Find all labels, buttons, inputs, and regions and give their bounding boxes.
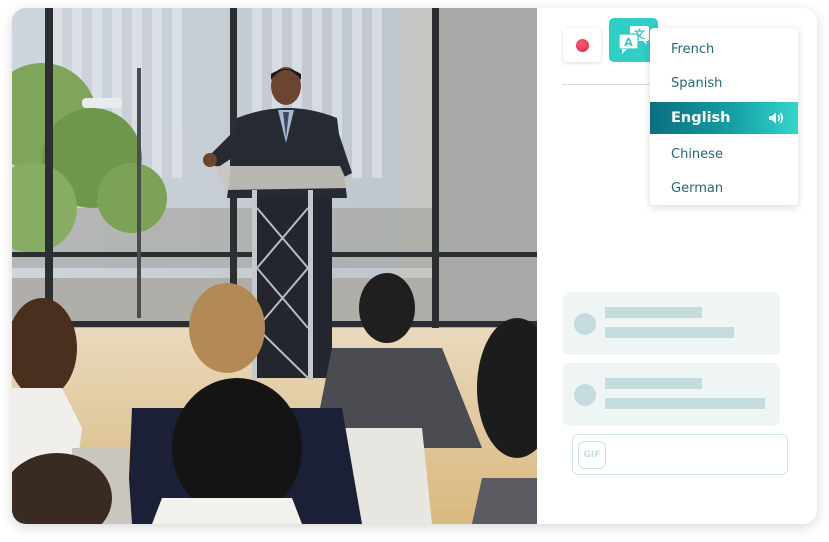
text-line-placeholder bbox=[605, 378, 702, 389]
language-option-german[interactable]: German bbox=[650, 172, 798, 204]
language-dropdown: French Spanish English Chinese German bbox=[650, 28, 798, 205]
language-option-spanish[interactable]: Spanish bbox=[650, 67, 798, 99]
text-line-placeholder bbox=[605, 327, 734, 338]
app-card: 文 A French Spanish English Chinese Germa… bbox=[12, 8, 817, 524]
speaker-scene-illustration bbox=[12, 8, 537, 524]
concrete-pillar bbox=[437, 8, 537, 328]
presentation-photo bbox=[12, 8, 537, 524]
speaker-icon[interactable] bbox=[768, 111, 784, 125]
text-line-placeholder bbox=[605, 398, 765, 409]
language-label: German bbox=[671, 180, 724, 196]
language-option-english[interactable]: English bbox=[650, 102, 798, 134]
avatar-placeholder bbox=[574, 313, 596, 335]
language-label: Chinese bbox=[671, 146, 723, 162]
language-label: English bbox=[671, 110, 731, 126]
avatar-placeholder bbox=[574, 384, 596, 406]
chat-message-placeholder bbox=[563, 292, 780, 355]
translation-panel: 文 A French Spanish English Chinese Germa… bbox=[537, 8, 817, 524]
chat-input[interactable]: GIF bbox=[572, 434, 788, 475]
language-option-chinese[interactable]: Chinese bbox=[650, 138, 798, 170]
chat-message-placeholder bbox=[563, 363, 780, 426]
language-label: Spanish bbox=[671, 75, 723, 91]
record-button[interactable] bbox=[563, 28, 601, 62]
svg-text:A: A bbox=[624, 36, 633, 49]
language-option-french[interactable]: French bbox=[650, 33, 798, 65]
gif-button[interactable]: GIF bbox=[578, 441, 606, 469]
translate-icon: 文 A bbox=[617, 26, 649, 54]
record-dot-icon bbox=[575, 38, 589, 52]
divider bbox=[562, 84, 652, 85]
language-label: French bbox=[671, 41, 715, 57]
text-line-placeholder bbox=[605, 307, 702, 318]
